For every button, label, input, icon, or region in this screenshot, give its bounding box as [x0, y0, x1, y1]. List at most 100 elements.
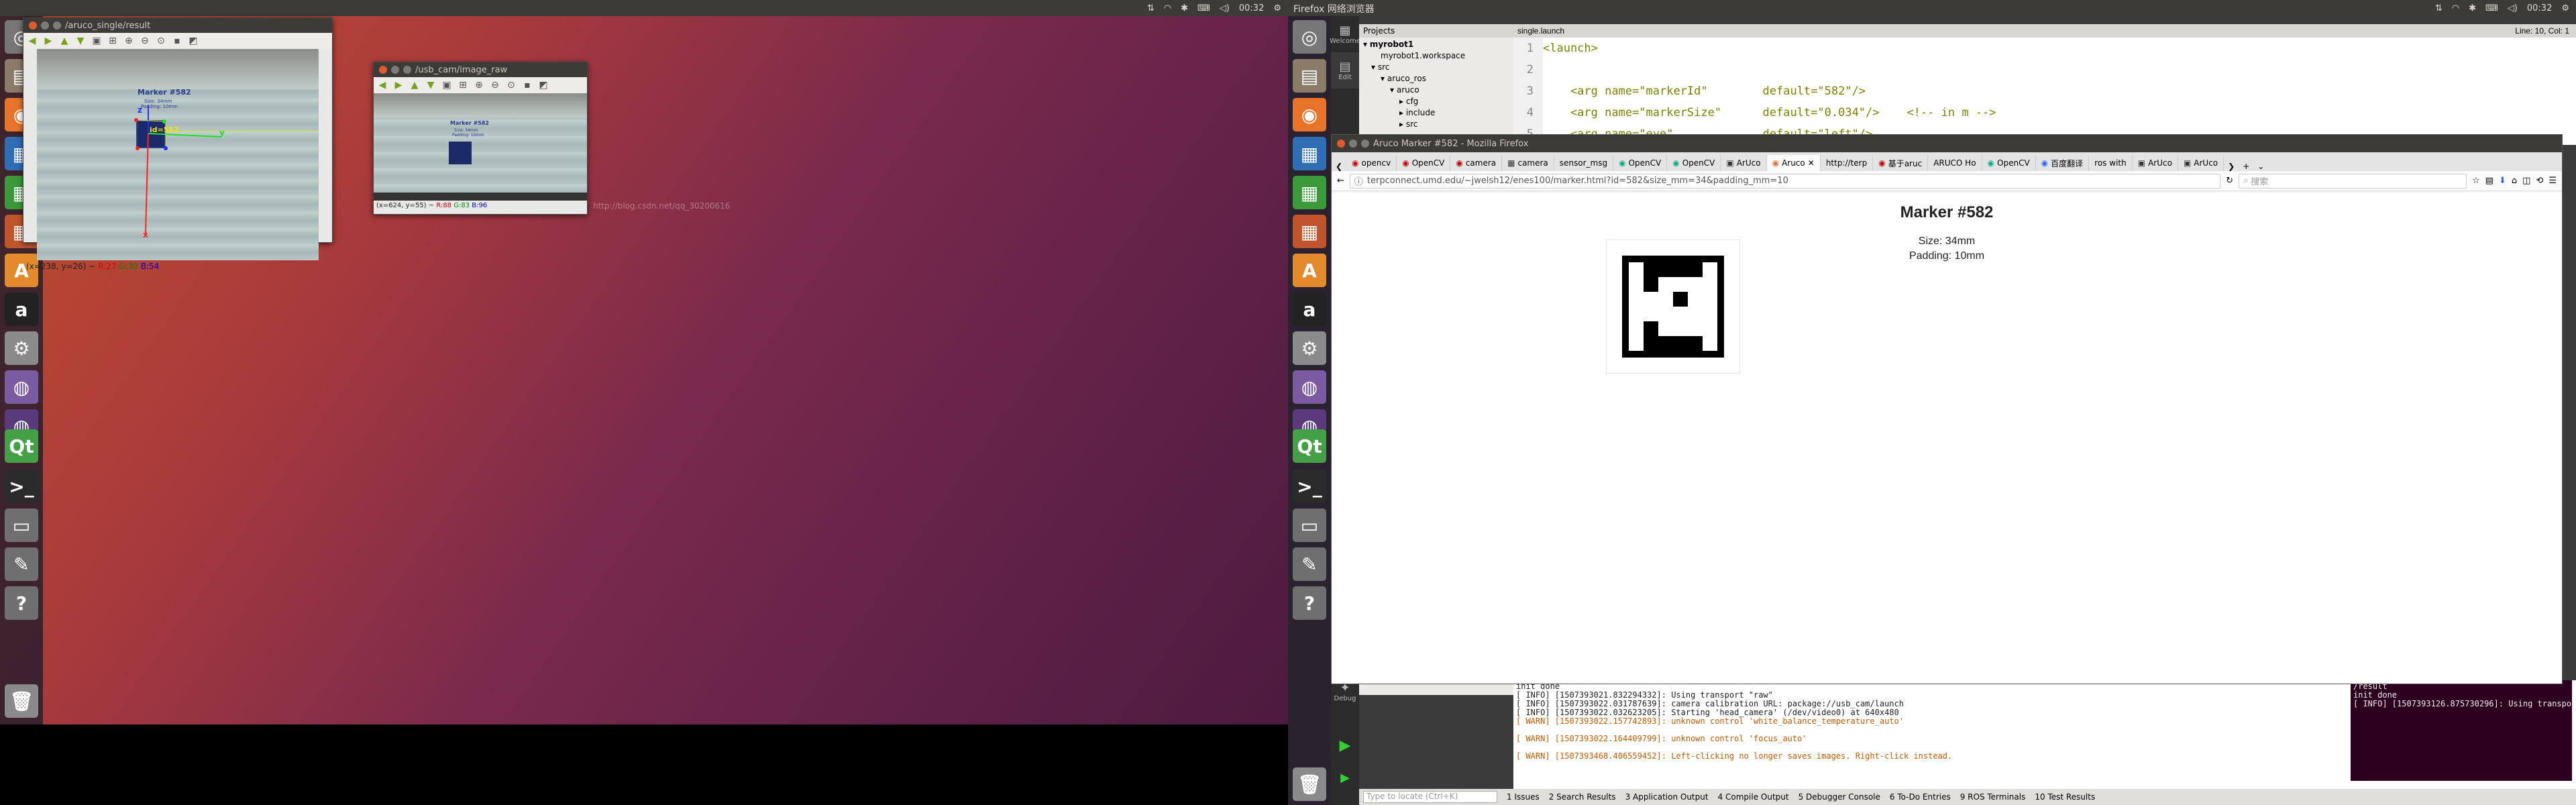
files-icon[interactable]: ▤: [1293, 59, 1326, 93]
browser-tab[interactable]: ◉ OpenCV: [1982, 155, 2036, 171]
gear-icon[interactable]: ⚙: [2561, 3, 2569, 13]
image-icon[interactable]: ▣: [441, 79, 453, 91]
mode-edit[interactable]: ▤ Edit: [1331, 52, 1359, 89]
scanner-icon[interactable]: ▭: [5, 508, 38, 542]
trash-icon[interactable]: 🗑: [5, 684, 38, 718]
code-editor[interactable]: single.launch Line: 10, Col: 1 1 <launch>…: [1513, 24, 2576, 145]
software-center-icon[interactable]: A: [1293, 254, 1326, 287]
raw-image[interactable]: Marker #582 Size: 34mm Padding: 10mm: [374, 93, 587, 201]
calc-icon[interactable]: ▦: [1293, 176, 1326, 209]
close-button[interactable]: [379, 66, 387, 74]
tree-item[interactable]: ▾ aruco_ros: [1363, 73, 1513, 85]
workspace-icon[interactable]: ◍: [5, 370, 38, 404]
save-icon[interactable]: ▪: [171, 35, 183, 47]
home-icon[interactable]: ⌂: [2512, 176, 2517, 186]
search-bar[interactable]: ⌕ 搜索: [2239, 173, 2467, 189]
tab-scroll-left-icon[interactable]: ❮: [1332, 162, 1346, 171]
maximize-button[interactable]: [1361, 140, 1369, 148]
firefox-titlebar[interactable]: Aruco Marker #582 - Mozilla Firefox: [1332, 135, 2562, 152]
tab-close-icon[interactable]: ✕: [1808, 158, 1815, 168]
wifi-icon[interactable]: ◠: [2452, 3, 2459, 13]
menu-icon[interactable]: ☰: [2548, 176, 2557, 186]
output-pane[interactable]: init done [ INFO] [1507393021.832294332]…: [1513, 680, 2576, 789]
help-icon[interactable]: ?: [5, 586, 38, 620]
run-icon[interactable]: ▶: [1331, 727, 1359, 763]
clock[interactable]: 00:32: [2527, 3, 2552, 13]
firefox-icon[interactable]: ◉: [1293, 98, 1326, 131]
zoom-in-icon[interactable]: ⊕: [473, 79, 485, 91]
bottom-tab[interactable]: 3 Application Output: [1625, 792, 1709, 802]
tree-item[interactable]: ▸ include: [1363, 107, 1513, 119]
maximize-button[interactable]: [403, 66, 411, 74]
tab-list-icon[interactable]: ⌄: [2253, 162, 2268, 171]
down-icon[interactable]: ▼: [425, 79, 437, 91]
bottom-tab[interactable]: 6 To-Do Entries: [1890, 792, 1951, 802]
locate-input[interactable]: Type to locate (Ctrl+K): [1363, 791, 1497, 803]
zoom-reset-icon[interactable]: ⊙: [505, 79, 517, 91]
zoom-in-icon[interactable]: ⊕: [123, 35, 135, 47]
minimize-button[interactable]: [1349, 140, 1357, 148]
browser-tab[interactable]: ros with: [2089, 155, 2133, 171]
zoom-reset-icon[interactable]: ⊙: [155, 35, 167, 47]
browser-tab[interactable]: ◉ 百度翻译: [2036, 155, 2090, 171]
browser-tab[interactable]: ◉ OpenCV: [1667, 155, 1721, 171]
browser-tab[interactable]: ◉ OpenCV: [1613, 155, 1668, 171]
gear-icon[interactable]: ⚙: [1273, 3, 1281, 13]
bottom-tab[interactable]: 9 ROS Terminals: [1960, 792, 2026, 802]
result-image[interactable]: Marker #582 Size: 34mm Padding: 10mm z y…: [37, 49, 319, 260]
terminal-icon[interactable]: >_: [5, 470, 38, 503]
amazon-icon[interactable]: a: [1293, 292, 1326, 326]
network-icon[interactable]: ⇅: [2435, 3, 2443, 13]
system-tray[interactable]: ⇅ ◠ ✱ ⌨ ◁) 00:32 ⚙: [2435, 0, 2569, 16]
editor-icon[interactable]: ✎: [1293, 547, 1326, 581]
qtcreator-icon[interactable]: Qt: [1293, 429, 1326, 463]
terminal-icon[interactable]: >_: [1293, 470, 1326, 503]
pocket-icon[interactable]: ◫: [2522, 176, 2530, 186]
writer-icon[interactable]: ▦: [1293, 137, 1326, 170]
tree-item[interactable]: ▾ src: [1363, 62, 1513, 73]
settings-icon[interactable]: ⚙: [5, 331, 38, 365]
back-icon[interactable]: ◀: [376, 79, 388, 91]
up-icon[interactable]: ▲: [409, 79, 421, 91]
tree-item[interactable]: ▸ src: [1363, 119, 1513, 130]
download-icon[interactable]: ⬇: [2499, 176, 2506, 186]
library-icon[interactable]: ▤: [2485, 176, 2493, 186]
bottom-tab[interactable]: 5 Debugger Console: [1799, 792, 1880, 802]
bottom-tab[interactable]: 10 Test Results: [2035, 792, 2095, 802]
zoom-fit-icon[interactable]: ⊞: [107, 35, 119, 47]
close-button[interactable]: [29, 21, 37, 30]
workspace-icon[interactable]: ◍: [1293, 370, 1326, 404]
properties-icon[interactable]: ◩: [187, 35, 199, 47]
bluetooth-icon[interactable]: ✱: [1181, 3, 1188, 13]
bluetooth-icon[interactable]: ✱: [2469, 3, 2476, 13]
properties-icon[interactable]: ◩: [537, 79, 549, 91]
help-icon[interactable]: ?: [1293, 586, 1326, 620]
zoom-out-icon[interactable]: ⊖: [139, 35, 151, 47]
tree-item[interactable]: ▾ aruco: [1363, 85, 1513, 96]
keyboard-icon[interactable]: ⌨: [1197, 3, 1210, 13]
maximize-button[interactable]: [53, 21, 61, 30]
zoom-out-icon[interactable]: ⊖: [489, 79, 501, 91]
browser-tab[interactable]: ◉ camera: [1450, 155, 1503, 171]
impress-icon[interactable]: ▦: [1293, 215, 1326, 248]
tab-scroll-right-icon[interactable]: ❯: [2224, 162, 2239, 171]
browser-tab[interactable]: ◉ OpenCV: [1397, 155, 1451, 171]
amazon-icon[interactable]: a: [5, 292, 38, 326]
settings-icon[interactable]: ⚙: [1293, 331, 1326, 365]
keyboard-icon[interactable]: ⌨: [2485, 3, 2498, 13]
bookmark-star-icon[interactable]: ☆: [2472, 176, 2480, 186]
tree-item[interactable]: myrobot1.workspace: [1363, 50, 1513, 62]
browser-tab[interactable]: ▣ ArUco: [1721, 155, 1767, 171]
qtcreator-icon[interactable]: Qt: [5, 429, 38, 463]
system-tray[interactable]: ⇅ ◠ ✱ ⌨ ◁) 00:32 ⚙: [1147, 0, 1281, 16]
browser-tab[interactable]: ◉ 基于aruc: [1873, 155, 1929, 171]
zoom-fit-icon[interactable]: ⊞: [457, 79, 469, 91]
down-icon[interactable]: ▼: [74, 35, 87, 47]
back-icon[interactable]: ←: [1337, 176, 1344, 186]
bottom-tab[interactable]: 1 Issues: [1507, 792, 1540, 802]
sync-icon[interactable]: ⟲: [2536, 176, 2543, 186]
network-icon[interactable]: ⇅: [1147, 3, 1155, 13]
browser-tab[interactable]: ▣ ArUco: [2178, 155, 2224, 171]
close-button[interactable]: [1337, 140, 1345, 148]
bottom-tab[interactable]: 2 Search Results: [1549, 792, 1616, 802]
